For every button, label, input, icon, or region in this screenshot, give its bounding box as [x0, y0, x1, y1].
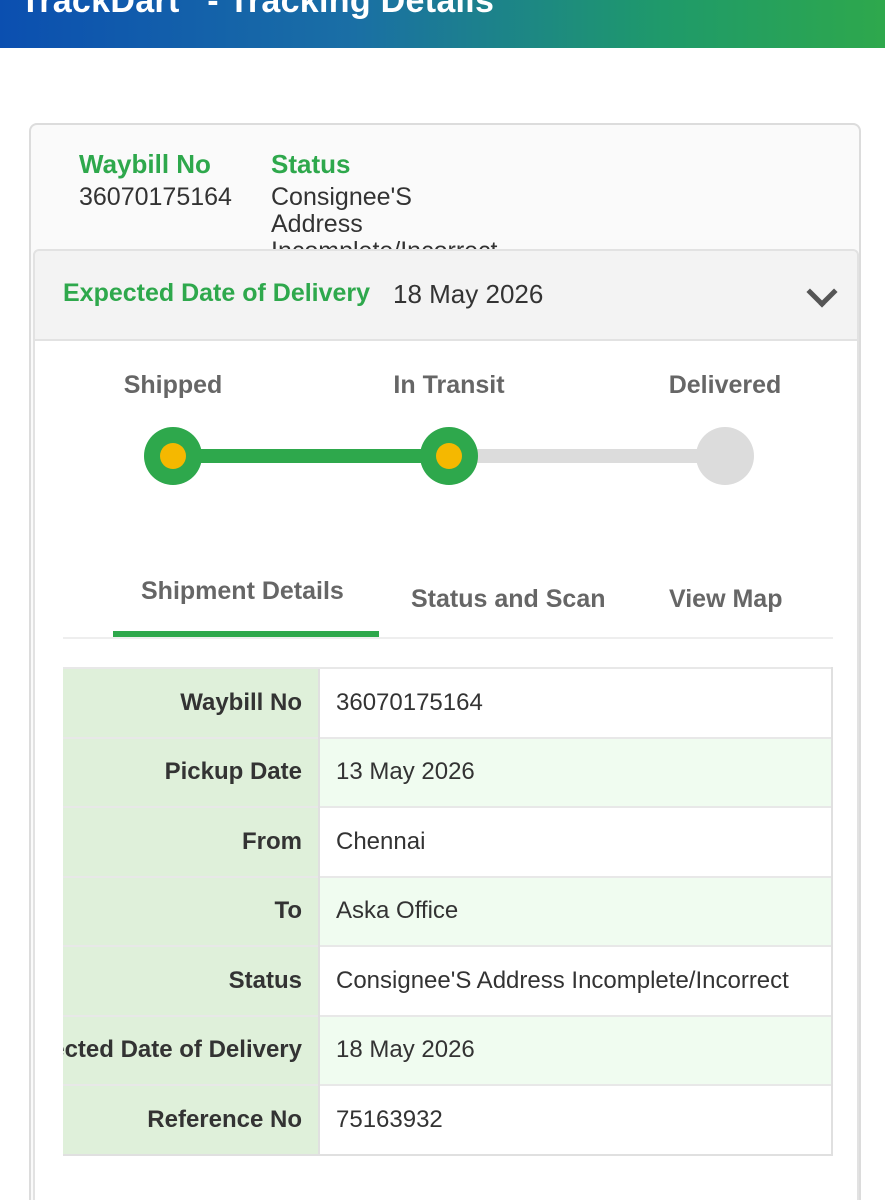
edd-accordion-header[interactable]: Expected Date of Delivery 18 May 2026	[33, 249, 859, 341]
step-label-delivered: Delivered	[668, 371, 782, 399]
row-key: Pickup Date	[63, 736, 319, 807]
row-key: Status	[63, 945, 319, 1016]
table-row: Reference No 75163932	[63, 1084, 833, 1156]
track-segment-pending	[449, 449, 725, 463]
tab-shipment-details[interactable]: Shipment Details	[141, 577, 344, 606]
summary-waybill-label: Waybill No	[79, 149, 211, 179]
shipment-details-table: Waybill No 36070175164 Pickup Date 13 Ma…	[63, 667, 833, 1156]
trademark: TM	[180, 0, 204, 2]
tracking-card: Waybill No 36070175164 Status Consignee'…	[29, 123, 861, 1200]
step-dot-shipped	[144, 427, 202, 485]
row-value: Aska Office	[318, 875, 833, 946]
table-row: Status Consignee'S Address Incomplete/In…	[63, 945, 833, 1016]
edd-value: 18 May 2026	[393, 279, 544, 309]
table-row: Waybill No 36070175164	[63, 667, 833, 738]
row-key: To	[63, 875, 319, 946]
table-row: Pickup Date 13 May 2026	[63, 736, 833, 807]
summary-status-label: Status	[271, 149, 351, 179]
track-segment-complete	[173, 449, 449, 463]
table-row: To Aska Office	[63, 875, 833, 946]
row-value: 75163932	[318, 1084, 833, 1156]
row-value: Chennai	[318, 806, 833, 877]
tabs: Shipment Details Status and Scan View Ma…	[35, 551, 861, 641]
step-dot-delivered	[696, 427, 754, 485]
active-tab-indicator	[113, 631, 379, 637]
summary-status: Status Consignee'S Address Incomplete/In…	[271, 149, 498, 265]
row-value: 13 May 2026	[318, 736, 833, 807]
tabs-divider	[63, 637, 833, 639]
page-title: TrackDartTM- Tracking Details	[20, 0, 494, 21]
row-value: 36070175164	[318, 667, 833, 738]
app-header: TrackDartTM- Tracking Details	[0, 0, 885, 48]
summary-waybill-value: 36070175164	[79, 183, 232, 211]
row-key: From	[63, 806, 319, 877]
table-row: Expected Date of Delivery 18 May 2026	[63, 1014, 833, 1085]
step-dot-in-transit	[420, 427, 478, 485]
table-row: From Chennai	[63, 806, 833, 877]
tab-status-and-scan[interactable]: Status and Scan	[411, 585, 606, 614]
row-key: Waybill No	[63, 667, 319, 738]
accordion-body: Shipped In Transit Delivered Shipment De…	[33, 341, 859, 1200]
row-value: 18 May 2026	[318, 1014, 833, 1085]
row-key: Reference No	[63, 1084, 319, 1156]
step-label-shipped: Shipped	[123, 371, 223, 399]
chevron-down-icon[interactable]	[806, 276, 838, 308]
row-key: Expected Date of Delivery	[63, 1014, 319, 1085]
tab-view-map[interactable]: View Map	[669, 585, 782, 614]
edd-label: Expected Date of Delivery	[63, 279, 371, 307]
summary-waybill: Waybill No 36070175164	[79, 149, 232, 211]
step-label-in-transit: In Transit	[393, 371, 505, 399]
row-value: Consignee'S Address Incomplete/Incorrect	[318, 945, 833, 1016]
